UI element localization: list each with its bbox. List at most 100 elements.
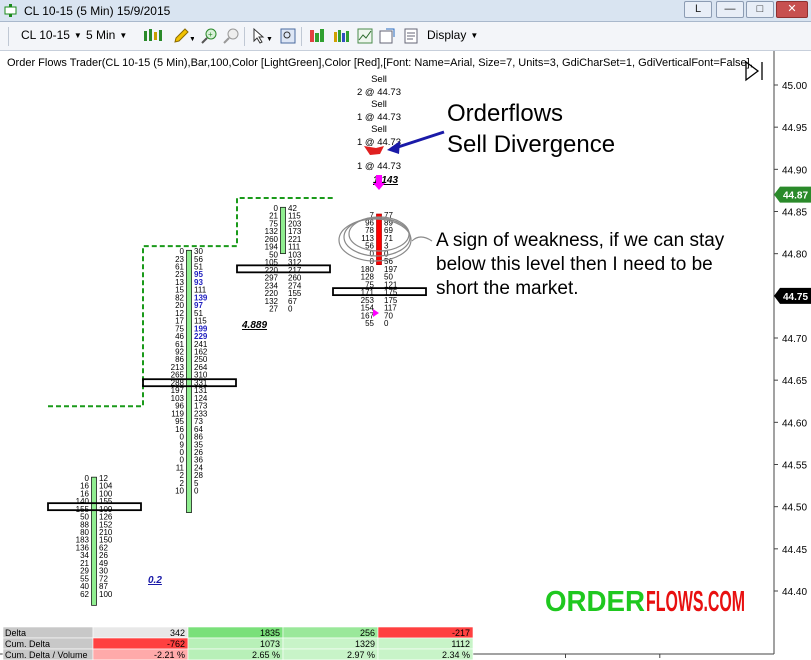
- sell-print: 1 @ 44.73: [357, 161, 401, 172]
- instrument-selector[interactable]: CL 10-15 ▼: [21, 28, 82, 46]
- link-button[interactable]: L: [684, 1, 712, 18]
- display-label: Display: [427, 28, 467, 42]
- price-tick-label: 44.95: [782, 123, 807, 134]
- chevron-down-icon: ▼: [119, 31, 128, 40]
- chevron-down-icon: ▼: [470, 31, 479, 40]
- footprint-candle: 1201041610016155140109155126501528821080…: [47, 474, 162, 606]
- properties-icon[interactable]: [402, 27, 420, 45]
- price-tick-label: 44.60: [782, 418, 807, 429]
- stats-value: -217: [452, 628, 470, 638]
- share-icon[interactable]: [378, 27, 396, 45]
- bid-volume: 55: [365, 319, 374, 328]
- minimize-button[interactable]: —: [716, 1, 744, 18]
- stats-row-label: Cum. Delta / Volume: [5, 650, 88, 660]
- price-tick-label: 44.65: [782, 376, 807, 387]
- time-axis[interactable]: 08:4508:5008:5509:0009:0509:1009:15: [0, 60, 774, 660]
- orderflow-chart[interactable]: 1201041610016155140109155126501528821080…: [0, 51, 811, 660]
- bid-volume: 10: [175, 487, 184, 496]
- stats-row-label: Cum. Delta: [5, 639, 50, 649]
- footprint-candle: 3005623516195239313111151398297205112115…: [142, 247, 267, 513]
- stats-value: -762: [167, 639, 185, 649]
- right-arrow-icon: [373, 309, 379, 317]
- price-tick-label: 45.00: [782, 81, 807, 92]
- stats-table: DeltaCum. DeltaCum. Delta / VolumeVolume…: [2, 626, 474, 660]
- indicators-icon[interactable]: [308, 27, 326, 45]
- toolbar-separator: [244, 27, 245, 46]
- stats-value: 1073: [260, 639, 280, 649]
- bar-delta-note: 0.2: [148, 575, 162, 586]
- annotation-note: below this level then I need to be: [436, 254, 713, 275]
- title-bar: CL 10-15 (5 Min) 15/9/2015 L — □ ✕: [0, 0, 811, 22]
- price-tick-label: 44.85: [782, 208, 807, 219]
- stats-value: -2.21 %: [154, 650, 185, 660]
- price-tick-label: 44.40: [782, 587, 807, 598]
- ask-volume: 0: [384, 319, 389, 328]
- sell-print: 1 @ 44.73: [357, 112, 401, 123]
- pencil-icon[interactable]: ▼: [172, 27, 194, 45]
- price-tick-label: 44.70: [782, 334, 807, 345]
- candle-body: [376, 213, 382, 265]
- display-menu[interactable]: Display ▼: [427, 28, 478, 46]
- stats-row-label: Delta: [5, 628, 26, 638]
- close-button[interactable]: ✕: [776, 1, 808, 18]
- chevron-down-icon: ▼: [73, 31, 82, 40]
- highlight-tail: [411, 236, 433, 242]
- ask-volume: 0: [288, 305, 293, 314]
- toolbar-separator: [301, 27, 302, 46]
- indicator-label: Order Flows Trader(CL 10-15 (5 Min),Bar,…: [7, 57, 752, 69]
- zoom-out-icon[interactable]: [222, 27, 240, 45]
- poc-box: [236, 264, 331, 274]
- price-marker-label: 44.75: [783, 292, 808, 303]
- candle-body: [280, 206, 286, 255]
- highlight-circle: [338, 218, 412, 262]
- annotations: Orderflows Sell Divergence A sign of weakn…: [338, 100, 745, 618]
- price-tick-label: 44.90: [782, 165, 807, 176]
- price-tick-label: 44.50: [782, 503, 807, 514]
- annotation-arrow: [394, 130, 445, 150]
- footprint-candle: 4201152120375173132221260111194103503121…: [236, 204, 331, 314]
- app-icon: [4, 4, 17, 17]
- maximize-button[interactable]: □: [746, 1, 774, 18]
- bar-delta-note: 4.889: [241, 320, 267, 331]
- last-price-label: 44.87: [783, 191, 808, 202]
- brand-text-right: FLOWS.COM: [646, 586, 745, 618]
- price-axis[interactable]: 45.00 44.95 44.90 44.85 44.80 44.75 44.70 44.65…: [773, 51, 811, 654]
- toolbar: CL 10-15 ▼ 5 Min ▼ ▼ + ▼ Display ▼: [0, 22, 811, 51]
- window-title: CL 10-15 (5 Min) 15/9/2015: [24, 4, 171, 18]
- toolbar-grip: [8, 27, 9, 46]
- interval-label: 5 Min: [86, 28, 116, 42]
- poc-box: [332, 287, 427, 297]
- sell-print: Sell: [371, 124, 387, 135]
- annotation-note: A sign of weakness, if we can stay: [436, 230, 725, 251]
- stats-value: 2.65 %: [252, 650, 280, 660]
- cursor-icon[interactable]: ▼: [251, 27, 275, 45]
- brand-text-left: ORDER: [545, 586, 645, 618]
- stats-value: 1835: [260, 628, 280, 638]
- ask-volume: 0: [194, 487, 199, 496]
- chart-panel[interactable]: 12 0 104 16 100 16 155 140 109 155 126 50 152 88 210 80…: [0, 51, 811, 660]
- zoom-in-icon[interactable]: +: [200, 27, 218, 45]
- chart-properties-icon[interactable]: [356, 27, 374, 45]
- data-box-icon[interactable]: [279, 27, 297, 45]
- interval-selector[interactable]: 5 Min ▼: [86, 28, 127, 46]
- sell-print: 2 @ 44.73: [357, 87, 401, 98]
- svg-text:▼: ▼: [266, 36, 273, 43]
- footprint-candle: 7778996697871113356005601971805012812175…: [332, 74, 427, 328]
- stats-value: 342: [170, 628, 185, 638]
- sell-print: Sell: [371, 99, 387, 110]
- svg-text:+: +: [208, 30, 213, 39]
- annotation-note: short the market.: [436, 278, 579, 299]
- strategies-icon[interactable]: [332, 27, 350, 45]
- sell-print: Sell: [371, 74, 387, 85]
- bid-volume: 27: [269, 305, 278, 314]
- stats-value: 256: [360, 628, 375, 638]
- stats-value: 2.34 %: [442, 650, 470, 660]
- stats-value: 1329: [355, 639, 375, 649]
- candle-body: [186, 249, 192, 513]
- price-tick-label: 44.55: [782, 461, 807, 472]
- stats-value: 2.97 %: [347, 650, 375, 660]
- annotation-title: Orderflows: [447, 100, 563, 127]
- svg-text:▼: ▼: [189, 36, 194, 43]
- bar-style-icon[interactable]: [142, 27, 166, 45]
- price-tick-label: 44.80: [782, 250, 807, 261]
